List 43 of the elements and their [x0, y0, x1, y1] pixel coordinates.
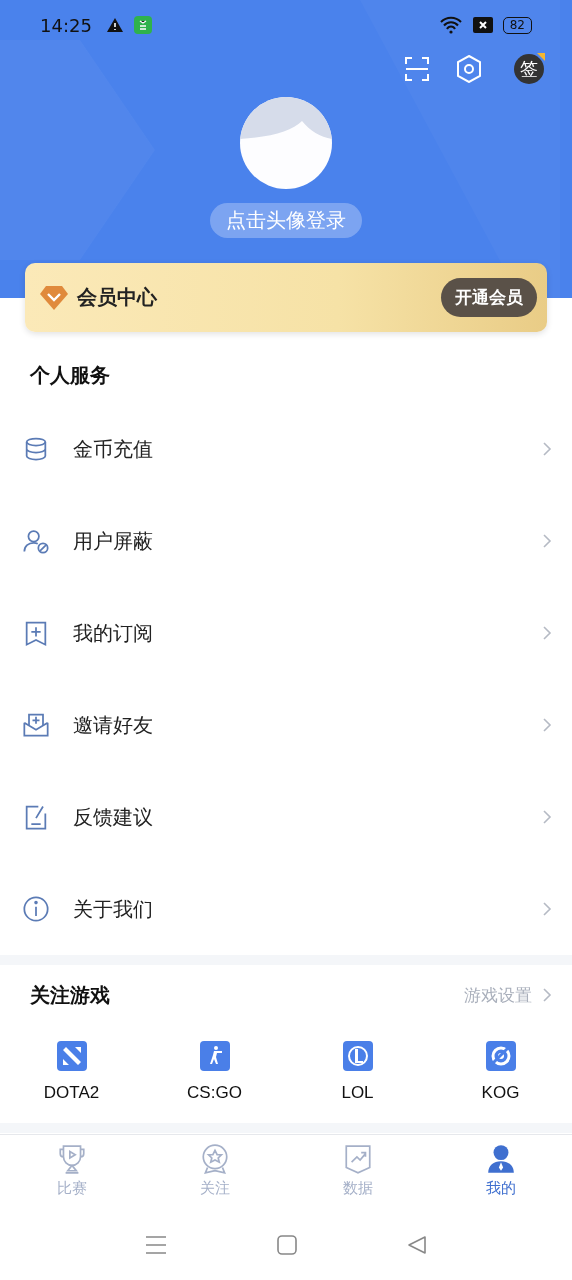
- vip-card[interactable]: 会员中心 开通会员: [25, 263, 547, 332]
- settings-icon[interactable]: [456, 55, 482, 83]
- menu-item[interactable]: 金币充值: [73, 435, 542, 463]
- warning-icon: [105, 17, 124, 33]
- back-icon[interactable]: [407, 1235, 427, 1255]
- game-icon[interactable]: [342, 1041, 373, 1071]
- battery-indicator: 82: [502, 16, 532, 34]
- chevron-right-icon: [542, 441, 552, 457]
- chevron-right-icon: [542, 533, 552, 549]
- section-title: 个人服务: [29, 362, 111, 389]
- home-icon[interactable]: [277, 1235, 297, 1255]
- menu-item[interactable]: 邀请好友: [73, 711, 542, 739]
- menu-item[interactable]: 用户屏蔽: [73, 527, 542, 555]
- info-icon: [22, 895, 50, 923]
- mail-add-icon: [22, 711, 50, 739]
- scan-icon[interactable]: [404, 56, 430, 82]
- section-title: 关注游戏: [30, 981, 111, 1009]
- app-notification-icon: [133, 16, 152, 34]
- join-vip-button[interactable]: 开通会员: [441, 278, 537, 317]
- game-label: LOL: [341, 1083, 374, 1103]
- chevron-right-icon: [542, 987, 552, 1003]
- game-label: KOG: [481, 1083, 520, 1103]
- wifi-icon: [438, 16, 463, 34]
- game-label: CS:GO: [187, 1083, 242, 1103]
- chevron-right-icon: [542, 901, 552, 917]
- game-label: DOTA2: [43, 1083, 100, 1103]
- diamond-icon: [39, 284, 69, 311]
- menu-item[interactable]: 我的订阅: [73, 619, 542, 647]
- game-icon[interactable]: [199, 1041, 230, 1071]
- game-icon[interactable]: [56, 1041, 87, 1071]
- menu-item[interactable]: 反馈建议: [73, 803, 542, 831]
- status-time: 14:25: [40, 14, 92, 36]
- sign-in-button[interactable]: 签: [514, 54, 544, 84]
- chevron-right-icon: [542, 625, 552, 641]
- sim-off-icon: [472, 17, 493, 33]
- chevron-right-icon: [542, 809, 552, 825]
- user-block-icon: [22, 527, 50, 555]
- menu-icon[interactable]: [145, 1235, 167, 1255]
- chevron-right-icon: [542, 717, 552, 733]
- menu-item[interactable]: 关于我们: [73, 895, 542, 923]
- game-icon[interactable]: [485, 1041, 516, 1071]
- vip-title: 会员中心: [77, 284, 158, 311]
- tab[interactable]: 我的: [429, 1135, 572, 1213]
